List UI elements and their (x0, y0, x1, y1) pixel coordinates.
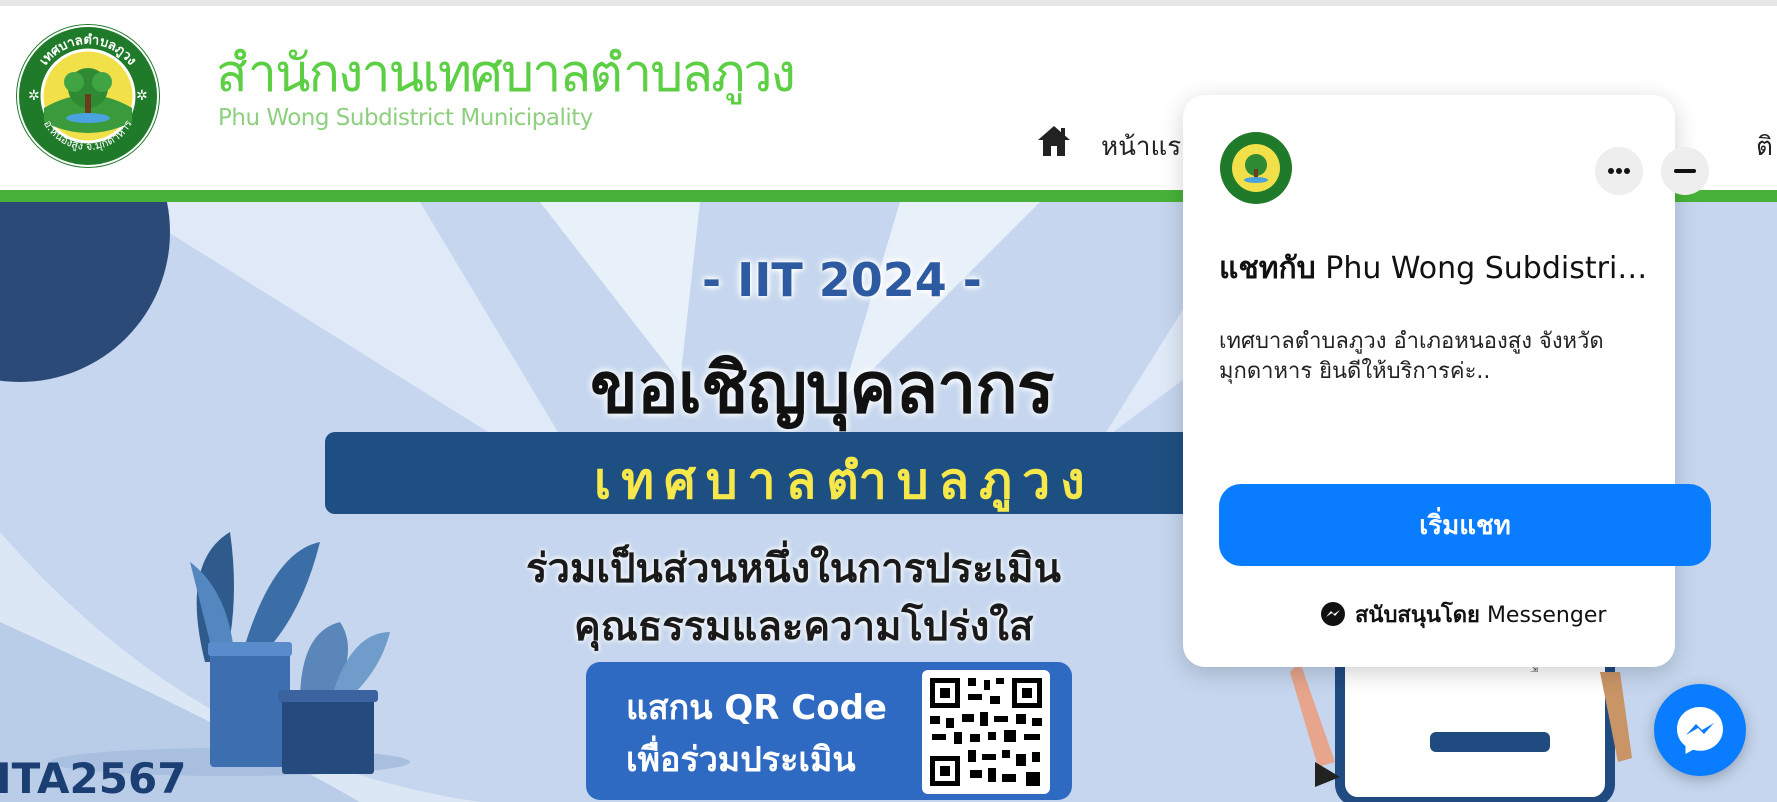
assess-line-2: คุณธรรมและความโปร่งใส (574, 604, 1034, 650)
assess-line-1: ร่วมเป็นส่วนหนึ่งในการประเมิน (526, 546, 1061, 592)
iit-label: - IIT 2024 - (702, 253, 982, 307)
svg-text:✲: ✲ (28, 88, 40, 104)
chat-greeting-message: เทศบาลตำบลภูวง อำเภอหนองสูง จังหวัดมุกดา… (1219, 329, 1604, 384)
qr-assess-label: เพื่อร่วมประเมิน (626, 740, 856, 780)
messenger-icon (1321, 602, 1345, 626)
chat-title-bold: แชทกับ (1219, 251, 1316, 286)
messenger-icon (1677, 707, 1723, 754)
minimize-icon (1674, 169, 1696, 173)
qr-code-icon[interactable] (922, 670, 1050, 794)
chat-minimize-button[interactable] (1661, 147, 1709, 195)
more-dots-icon (1608, 168, 1630, 174)
chat-more-options-button[interactable] (1595, 147, 1643, 195)
site-subtitle: Phu Wong Subdistrict Municipality (218, 105, 593, 131)
page-avatar (1220, 132, 1292, 204)
start-chat-button[interactable]: เริ่มแชท (1219, 484, 1711, 566)
chat-title: แชทกับ Phu Wong Subdistrict ... (1219, 245, 1659, 292)
svg-text:✲: ✲ (136, 88, 148, 104)
home-icon[interactable] (1036, 124, 1072, 158)
nav-contact-link[interactable]: ติ (1756, 126, 1773, 167)
ita-label: ITA2567 (0, 754, 187, 802)
qr-scan-label: แสกน QR Code (626, 688, 887, 728)
powered-by-messenger: สนับสนุนโดย Messenger (1321, 599, 1606, 629)
powered-by-label: สนับสนุนโดย (1355, 602, 1480, 628)
site-title[interactable]: สำนักงานเทศบาลตำบลภูวง (216, 44, 796, 104)
org-name-text: เทศบาลตำบลภูวง (594, 452, 1095, 510)
banner-heading: ขอเชิญบุคลากร (590, 347, 1054, 429)
chat-title-page: Phu Wong Subdistrict ... (1325, 251, 1659, 286)
messenger-chat-button[interactable] (1654, 684, 1746, 776)
messenger-label: Messenger (1486, 602, 1607, 628)
messenger-chat-popup: แชทกับ Phu Wong Subdistrict ... เทศบาลตำ… (1183, 95, 1711, 667)
municipal-seal-icon[interactable]: ✲ ✲ เทศบาลตำบลภูวง อ.หนองสูง จ.มุกดาหาร (14, 22, 162, 170)
